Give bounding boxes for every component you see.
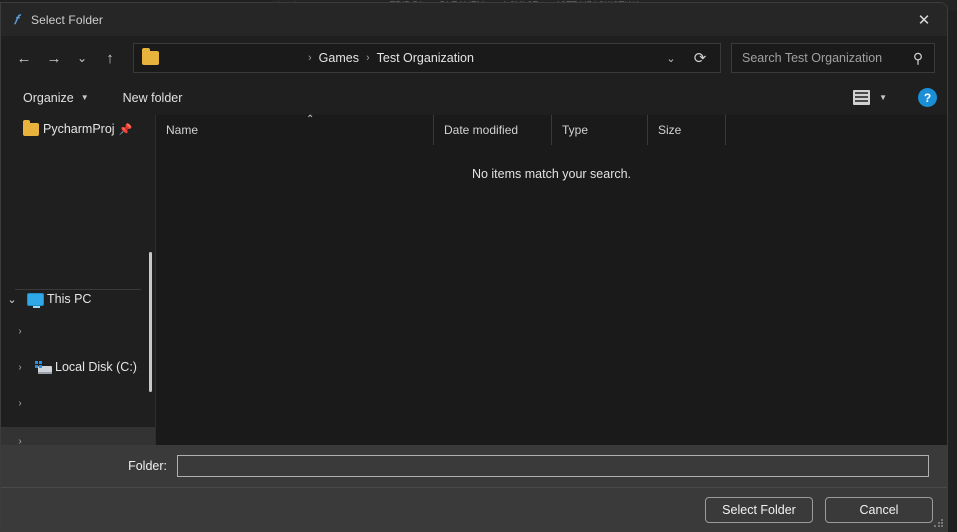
column-header-size[interactable]: Size bbox=[648, 115, 726, 145]
dialog-body: PycharmProj 📌 › › › ⌄ This PC bbox=[1, 114, 947, 445]
pycharm-icon: 𝑓 bbox=[13, 11, 19, 27]
pc-icon bbox=[23, 292, 47, 308]
sidebar-item-label: Local Disk (C:) bbox=[55, 360, 137, 374]
refresh-icon[interactable]: ⟳ bbox=[684, 43, 716, 73]
folder-name-input[interactable] bbox=[177, 455, 929, 477]
cancel-button[interactable]: Cancel bbox=[825, 496, 933, 523]
breadcrumb-item-test-organization[interactable]: Test Organization bbox=[377, 51, 474, 65]
folder-field-row: Folder: bbox=[1, 445, 947, 487]
sidebar-item-local-disk-c[interactable]: › Local Disk (C:) bbox=[1, 353, 155, 381]
column-header-type[interactable]: Type bbox=[552, 115, 648, 145]
navigation-bar: ← → ⌄ ↑ › Games › Test Organization ⌄ ⟳ … bbox=[1, 36, 947, 80]
back-icon[interactable]: ← bbox=[9, 43, 39, 73]
select-folder-button[interactable]: Select Folder bbox=[705, 496, 813, 523]
sidebar-item-label: PycharmProj bbox=[43, 122, 115, 136]
search-icon[interactable]: ⚲ bbox=[908, 50, 928, 67]
chevron-right-icon: › bbox=[1, 180, 23, 191]
close-icon[interactable]: ✕ bbox=[901, 3, 947, 36]
list-view-icon bbox=[853, 90, 871, 105]
sidebar-item-blank-4[interactable]: › bbox=[1, 317, 155, 345]
disk-icon bbox=[31, 360, 55, 374]
search-input[interactable] bbox=[742, 51, 908, 65]
new-folder-label: New folder bbox=[122, 90, 183, 105]
command-bar-right: ▼ ? bbox=[846, 86, 937, 109]
column-headers: Name ⌃ Date modified Type Size bbox=[156, 114, 947, 145]
sidebar-item-label: This PC bbox=[47, 292, 92, 306]
new-folder-button[interactable]: New folder bbox=[115, 85, 191, 111]
column-label: Size bbox=[658, 123, 682, 137]
column-header-name[interactable]: Name ⌃ bbox=[156, 114, 434, 145]
pin-icon: 📌 bbox=[118, 123, 133, 136]
up-one-level-icon[interactable]: ↑ bbox=[95, 43, 125, 73]
file-list-pane[interactable]: Name ⌃ Date modified Type Size No items … bbox=[156, 114, 947, 445]
dialog-footer: Select Folder Cancel bbox=[1, 487, 947, 531]
chevron-right-icon[interactable]: › bbox=[9, 326, 31, 337]
address-bar[interactable]: › Games › Test Organization ⌄ ⟳ bbox=[133, 43, 721, 73]
folder-icon bbox=[19, 119, 43, 136]
forward-icon[interactable]: → bbox=[39, 43, 69, 73]
organize-button[interactable]: Organize ▼ bbox=[15, 85, 97, 111]
sidebar-item-blank-2[interactable]: › bbox=[1, 171, 155, 199]
sidebar-item-blank-5[interactable]: › bbox=[1, 389, 155, 417]
breadcrumb-separator-0: › bbox=[308, 52, 312, 64]
select-folder-dialog: 𝑓 Select Folder ✕ ← → ⌄ ↑ › Games › Test… bbox=[0, 2, 948, 532]
view-mode-button[interactable]: ▼ bbox=[846, 86, 894, 109]
chevron-down-icon[interactable]: ⌄ bbox=[1, 293, 23, 306]
help-icon[interactable]: ? bbox=[918, 88, 937, 107]
column-header-date-modified[interactable]: Date modified bbox=[434, 115, 552, 145]
breadcrumb-separator-1: › bbox=[365, 52, 370, 64]
folder-icon bbox=[142, 48, 159, 65]
column-label: Name bbox=[166, 123, 199, 137]
organize-label: Organize bbox=[23, 90, 74, 105]
column-label: Type bbox=[562, 123, 589, 137]
sidebar-item-blank-1[interactable]: › bbox=[1, 143, 155, 171]
search-box[interactable]: ⚲ bbox=[731, 43, 935, 73]
chevron-right-icon[interactable]: › bbox=[9, 436, 31, 446]
chevron-right-icon: › bbox=[1, 152, 23, 163]
sort-ascending-icon: ⌃ bbox=[306, 114, 315, 125]
recent-locations-icon[interactable]: ⌄ bbox=[69, 43, 95, 73]
chevron-down-icon: ▼ bbox=[879, 93, 887, 102]
chevron-right-icon: › bbox=[1, 208, 23, 219]
sidebar-scrollbar[interactable] bbox=[149, 252, 152, 392]
breadcrumb-item-games[interactable]: Games bbox=[319, 51, 359, 65]
folder-field-label: Folder: bbox=[128, 459, 167, 473]
sidebar-item-this-pc[interactable]: ⌄ This PC bbox=[1, 285, 155, 313]
command-bar: Organize ▼ New folder ▼ ? bbox=[1, 80, 947, 115]
empty-state-message: No items match your search. bbox=[471, 167, 632, 181]
chevron-right-icon[interactable]: › bbox=[9, 362, 31, 373]
sidebar-item-pycharmproj[interactable]: PycharmProj 📌 bbox=[1, 115, 155, 143]
sidebar-item-blank-3[interactable]: › bbox=[1, 199, 155, 227]
resize-grip-icon[interactable] bbox=[933, 518, 944, 529]
dialog-titlebar[interactable]: 𝑓 Select Folder ✕ bbox=[1, 3, 947, 36]
column-header-filler bbox=[726, 115, 947, 145]
navigation-sidebar[interactable]: PycharmProj 📌 › › › ⌄ This PC bbox=[1, 115, 156, 445]
breadcrumb: › Games › Test Organization bbox=[161, 51, 658, 65]
chevron-down-icon: ▼ bbox=[80, 93, 89, 102]
sidebar-item-blank-6[interactable]: › bbox=[1, 427, 155, 445]
chevron-right-icon[interactable]: › bbox=[9, 398, 31, 409]
dialog-title: Select Folder bbox=[31, 12, 103, 27]
column-label: Date modified bbox=[444, 123, 519, 137]
chevron-down-icon[interactable]: ⌄ bbox=[658, 45, 684, 71]
